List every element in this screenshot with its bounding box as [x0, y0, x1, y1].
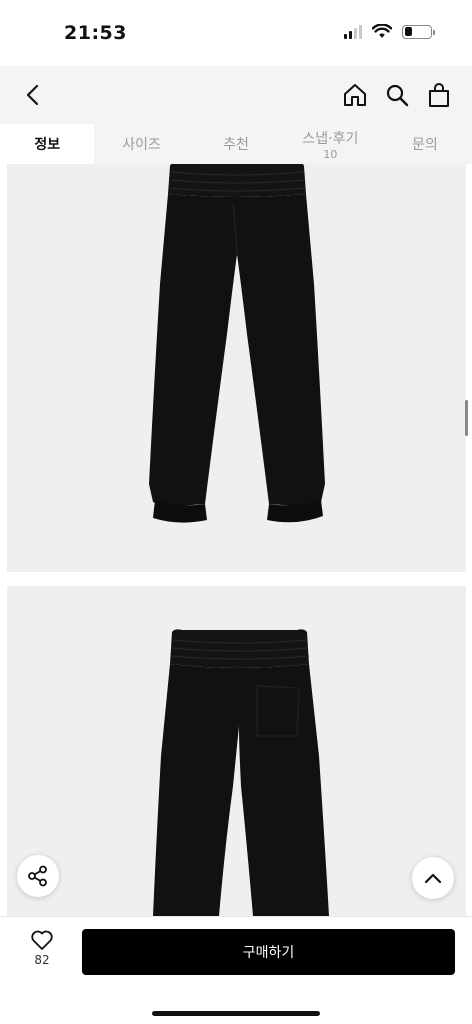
tab-inquiry[interactable]: 문의	[378, 124, 472, 164]
bottom-purchase-bar: 82 구매하기	[0, 916, 472, 1024]
shopping-bag-icon	[429, 83, 449, 107]
review-count: 10	[323, 147, 338, 161]
tab-recommend[interactable]: 추천	[189, 124, 283, 164]
product-image-back	[7, 586, 466, 916]
status-time: 21:53	[64, 22, 127, 44]
tab-info[interactable]: 정보	[0, 124, 95, 164]
tab-label: 문의	[411, 137, 438, 153]
tab-size[interactable]: 사이즈	[94, 124, 188, 164]
tab-snap-review[interactable]: 스냅·후기 10	[283, 124, 377, 164]
tab-label: 추천	[223, 137, 249, 153]
status-icons	[344, 24, 435, 39]
buy-button-label: 구매하기	[242, 945, 295, 961]
home-icon	[344, 84, 366, 106]
tab-label: 사이즈	[122, 137, 161, 153]
tab-label: 스냅·후기	[302, 130, 359, 147]
cellular-signal-icon	[344, 24, 362, 39]
tab-label: 정보	[34, 137, 61, 153]
share-button[interactable]	[17, 855, 59, 897]
nav-header	[0, 66, 472, 124]
home-indicator[interactable]	[152, 1011, 320, 1016]
scroll-to-top-button[interactable]	[412, 857, 454, 899]
wifi-icon	[372, 24, 392, 38]
battery-icon	[402, 24, 435, 39]
back-button[interactable]	[18, 80, 48, 110]
scrollbar[interactable]	[465, 400, 468, 436]
header-actions	[338, 78, 456, 112]
search-button[interactable]	[380, 78, 414, 112]
sweatpants-front-image	[149, 164, 325, 523]
product-detail-content[interactable]	[0, 164, 472, 916]
like-count: 82	[34, 953, 50, 967]
buy-button[interactable]: 구매하기	[82, 929, 455, 975]
sweatpants-back-image	[153, 629, 329, 916]
cart-button[interactable]	[422, 78, 456, 112]
product-image-front	[7, 164, 466, 572]
home-button[interactable]	[338, 78, 372, 112]
chevron-up-icon	[424, 873, 442, 884]
status-bar: 21:53	[0, 0, 472, 66]
like-button[interactable]: 82	[22, 929, 62, 967]
share-icon	[28, 865, 47, 887]
search-icon	[386, 84, 409, 107]
chevron-left-icon	[26, 84, 39, 106]
tab-bar: 정보 사이즈 추천 스냅·후기 10 문의	[0, 124, 472, 164]
heart-icon	[31, 930, 53, 950]
